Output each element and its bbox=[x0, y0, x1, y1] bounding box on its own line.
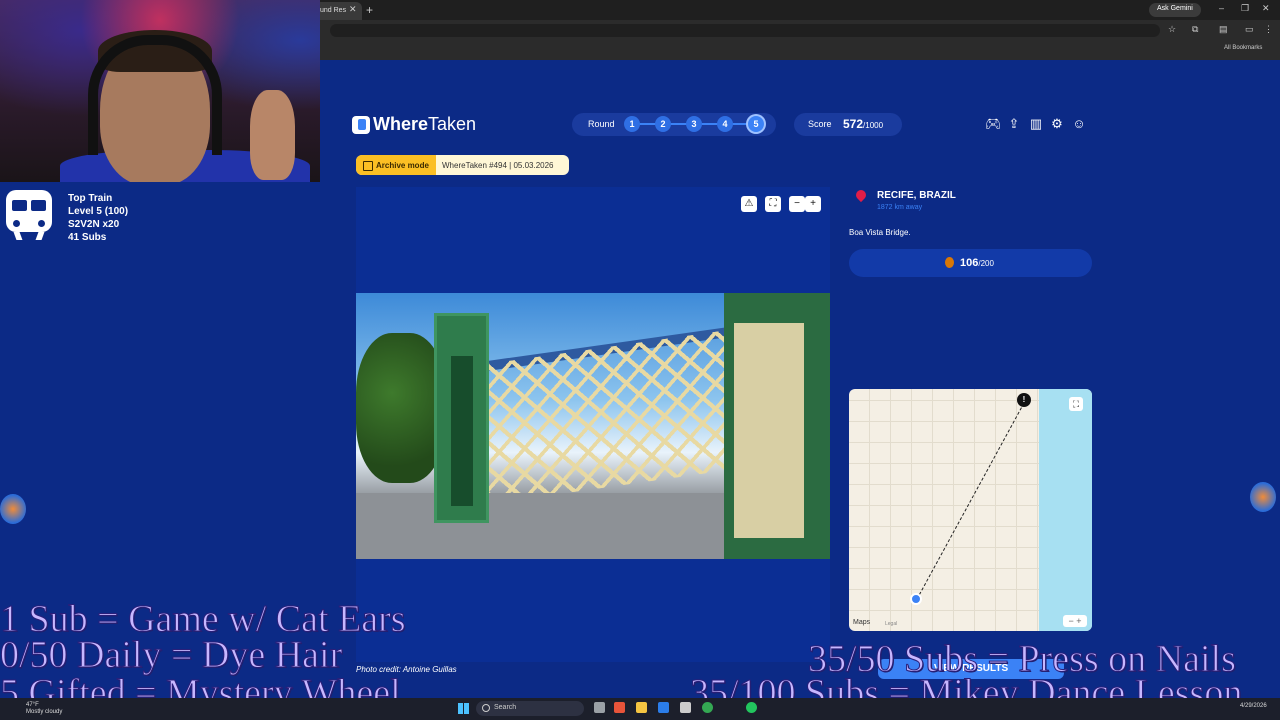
webcam-feed bbox=[0, 0, 320, 182]
goal-dye-hair: 0/50 Daily = Dye Hair bbox=[0, 634, 343, 676]
webcam-headset bbox=[88, 35, 222, 155]
taskbar-search[interactable]: Search bbox=[476, 701, 584, 716]
weather-widget[interactable]: 47°F Mostly cloudy bbox=[26, 702, 62, 716]
file-explorer-icon[interactable] bbox=[636, 702, 647, 713]
bookmark-star-icon[interactable]: ☆ bbox=[1168, 24, 1176, 35]
close-window-icon[interactable]: ✕ bbox=[1262, 3, 1270, 14]
map-zoom-control[interactable]: − + bbox=[1063, 615, 1087, 627]
app-icon[interactable] bbox=[658, 702, 669, 713]
round-1[interactable]: 1 bbox=[624, 116, 640, 132]
wheretaken-logo-icon[interactable] bbox=[352, 116, 370, 134]
zoom-out-icon[interactable]: − bbox=[789, 196, 805, 212]
archive-badge: Archive mode WhereTaken #494 | 05.03.202… bbox=[356, 155, 569, 175]
restore-icon[interactable]: ❐ bbox=[1241, 3, 1249, 14]
top-train-info: Top Train Level 5 (100) S2V2N x20 41 Sub… bbox=[68, 192, 128, 244]
webcam-hand bbox=[250, 90, 295, 180]
profile-menu-icon[interactable]: ▭ bbox=[1245, 24, 1254, 35]
settings-icon[interactable]: ⚙ bbox=[1049, 116, 1065, 132]
points-value: 106/200 bbox=[960, 257, 994, 269]
extensions-icon[interactable]: ⧉ bbox=[1192, 24, 1198, 35]
windows-start-icon[interactable] bbox=[458, 703, 469, 714]
taskbar-date: 4/29/2026 bbox=[1240, 703, 1267, 709]
more-menu-icon[interactable]: ⋮ bbox=[1264, 24, 1273, 35]
distance-line bbox=[916, 402, 1025, 600]
browser-tab-title: und Res bbox=[320, 7, 347, 14]
fullscreen-icon[interactable]: ⛶ bbox=[765, 196, 781, 212]
top-train-title: Top Train bbox=[68, 193, 113, 204]
result-map[interactable]: ! ⛶ − + Maps Legal bbox=[849, 389, 1092, 631]
goal-cat-ears: 1 Sub = Game w/ Cat Ears bbox=[0, 598, 406, 640]
location-pin-icon bbox=[853, 187, 869, 203]
map-expand-icon[interactable]: ⛶ bbox=[1069, 397, 1083, 411]
address-bar[interactable] bbox=[330, 24, 1160, 37]
round-5[interactable]: 5 bbox=[748, 116, 764, 132]
warning-icon[interactable]: ⚠ bbox=[741, 196, 757, 212]
app-icon[interactable] bbox=[680, 702, 691, 713]
answer-distance: 1872 km away bbox=[877, 204, 923, 211]
cat-sticker-icon bbox=[1250, 482, 1276, 512]
chrome-icon[interactable] bbox=[702, 702, 713, 713]
task-view-icon[interactable] bbox=[594, 702, 605, 713]
new-tab-icon[interactable]: + bbox=[366, 3, 373, 17]
location-photo[interactable] bbox=[356, 293, 830, 559]
answer-location: RECIFE, BRAZIL bbox=[877, 190, 956, 201]
controller-icon[interactable]: 🎮︎ bbox=[985, 116, 1002, 132]
maps-legal-link[interactable]: Legal bbox=[885, 621, 897, 627]
top-train-level: Level 5 (100) bbox=[68, 206, 129, 217]
app-icon[interactable] bbox=[614, 702, 625, 713]
top-train-subs: 41 Subs bbox=[68, 232, 107, 243]
score-value: 572/1000 bbox=[843, 117, 884, 131]
train-icon bbox=[6, 190, 52, 242]
minimize-icon[interactable]: – bbox=[1219, 3, 1224, 13]
archive-mode-tag: Archive mode bbox=[356, 155, 436, 175]
top-train-user: S2V2N x20 bbox=[68, 219, 120, 230]
wheretaken-logo[interactable]: WhereTaken bbox=[373, 114, 476, 135]
cat-sticker-icon bbox=[0, 494, 26, 524]
round-label: Round bbox=[588, 119, 615, 129]
round-2[interactable]: 2 bbox=[655, 116, 671, 132]
answer-pin-icon[interactable]: ! bbox=[1017, 393, 1031, 407]
round-3[interactable]: 3 bbox=[686, 116, 702, 132]
stats-icon[interactable]: ▥ bbox=[1028, 116, 1044, 132]
share-icon[interactable]: ⇪ bbox=[1006, 116, 1022, 132]
guess-pin-icon[interactable] bbox=[910, 593, 922, 605]
round-4[interactable]: 4 bbox=[717, 116, 733, 132]
profile-icon[interactable]: ☺ bbox=[1071, 116, 1087, 132]
maps-attribution: Maps bbox=[853, 619, 871, 626]
archive-info: WhereTaken #494 | 05.03.2026 bbox=[442, 161, 554, 170]
ask-gemini-button[interactable]: Ask Gemini bbox=[1149, 3, 1201, 17]
sidebar-icon[interactable]: ▤ bbox=[1219, 24, 1228, 35]
medal-icon bbox=[945, 257, 954, 268]
zoom-in-icon[interactable]: + bbox=[805, 196, 821, 212]
score-label: Score bbox=[808, 119, 832, 129]
tab-close-icon[interactable]: ✕ bbox=[349, 4, 357, 15]
all-bookmarks-link[interactable]: All Bookmarks bbox=[1224, 45, 1262, 51]
app-icon[interactable] bbox=[746, 702, 757, 713]
answer-description: Boa Vista Bridge. bbox=[849, 228, 911, 237]
